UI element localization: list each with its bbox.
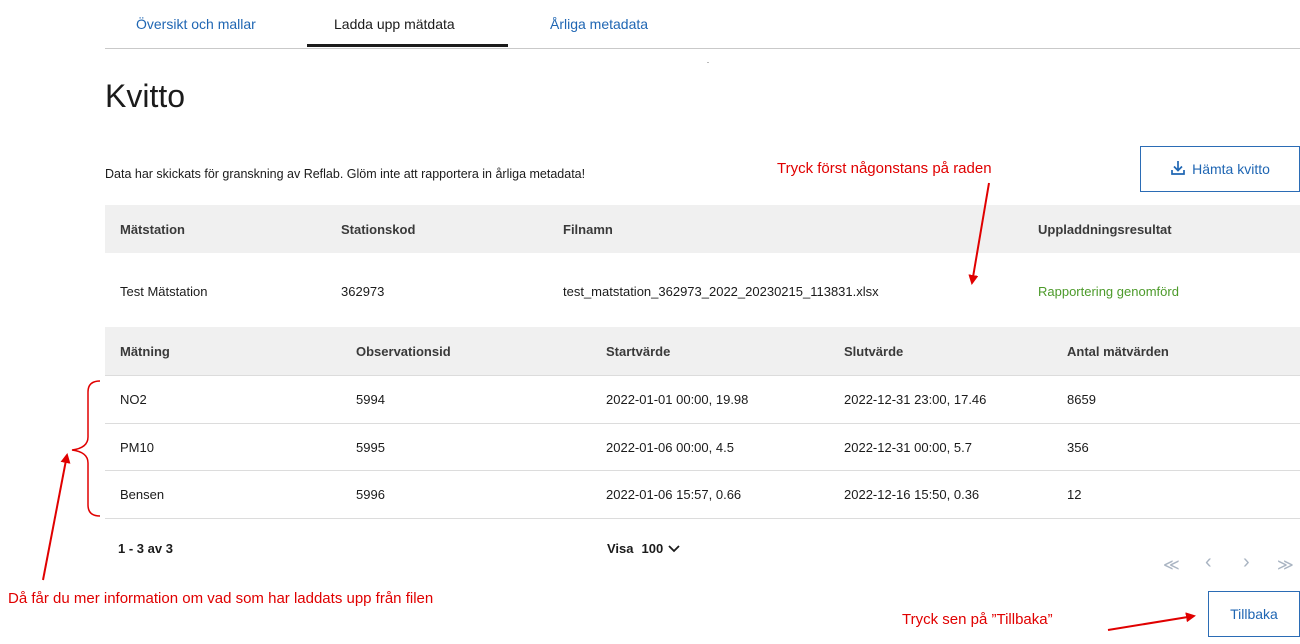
- table-row[interactable]: NO2 5994 2022-01-01 00:00, 19.98 2022-12…: [105, 376, 1300, 424]
- tab-bar: [105, 0, 1300, 49]
- end-value: 2022-12-31 00:00, 5.7: [844, 440, 972, 455]
- pagination-range: 1 - 3 av 3: [118, 541, 173, 556]
- annotation-bottom: Tryck sen på ”Tillbaka”: [902, 611, 1053, 628]
- next-page-icon[interactable]: ›: [1243, 551, 1250, 574]
- end-value: 2022-12-31 23:00, 17.46: [844, 392, 987, 407]
- header-start-value: Startvärde: [606, 344, 671, 359]
- header-end-value: Slutvärde: [844, 344, 904, 359]
- station-row[interactable]: Test Mätstation 362973 test_matstation_3…: [105, 253, 1300, 327]
- table-row[interactable]: Bensen 5996 2022-01-06 15:57, 0.66 2022-…: [105, 471, 1300, 519]
- header-observation-id: Observationsid: [356, 344, 451, 359]
- rows-bracket: [71, 380, 101, 517]
- header-count: Antal mätvärden: [1067, 344, 1169, 359]
- observation-id: 5995: [356, 440, 385, 455]
- download-receipt-button[interactable]: Hämta kvitto: [1140, 146, 1300, 192]
- station-name: Test Mätstation: [120, 284, 208, 299]
- annotation-left: Då får du mer information om vad som har…: [8, 590, 434, 607]
- page-size-label: Visa: [607, 541, 634, 556]
- value-count: 8659: [1067, 392, 1096, 407]
- upload-result-status: Rapportering genomförd: [1038, 284, 1179, 299]
- station-filename: test_matstation_362973_2022_20230215_113…: [563, 284, 879, 299]
- active-tab-indicator: [307, 44, 508, 47]
- measurement-name: Bensen: [120, 487, 165, 502]
- tab-overview[interactable]: Översikt och mallar: [136, 16, 256, 32]
- tab-annual-metadata[interactable]: Årliga metadata: [550, 16, 648, 32]
- header-filename: Filnamn: [563, 222, 613, 237]
- measurement-table-header: Mätning Observationsid Startvärde Slutvä…: [105, 327, 1300, 376]
- download-icon: [1170, 160, 1192, 179]
- last-page-icon[interactable]: ≫: [1277, 555, 1294, 575]
- header-measurement: Mätning: [120, 344, 170, 359]
- table-row[interactable]: PM10 5995 2022-01-06 00:00, 4.5 2022-12-…: [105, 424, 1300, 471]
- station-code: 362973: [341, 284, 385, 299]
- start-value: 2022-01-06 15:57, 0.66: [606, 487, 742, 502]
- info-text: Data har skickats för granskning av Refl…: [105, 167, 586, 181]
- start-value: 2022-01-01 00:00, 19.98: [606, 392, 749, 407]
- download-receipt-label: Hämta kvitto: [1192, 161, 1270, 177]
- first-page-icon[interactable]: ≪: [1163, 555, 1180, 575]
- tab-upload[interactable]: Ladda upp mätdata: [334, 16, 455, 32]
- value-count: 356: [1067, 440, 1089, 455]
- page-size-value: 100: [641, 541, 664, 556]
- value-count: 12: [1067, 487, 1082, 502]
- header-upload-result: Uppladdningsresultat: [1038, 222, 1172, 237]
- divider-dot: [707, 62, 709, 63]
- measurement-name: PM10: [120, 440, 154, 455]
- measurement-name: NO2: [120, 392, 147, 407]
- chevron-down-icon: [668, 541, 680, 556]
- observation-id: 5996: [356, 487, 385, 502]
- prev-page-icon[interactable]: ‹: [1205, 551, 1212, 574]
- header-station-code: Stationskod: [341, 222, 416, 237]
- page-title: Kvitto: [105, 78, 186, 114]
- start-value: 2022-01-06 00:00, 4.5: [606, 440, 734, 455]
- observation-id: 5994: [356, 392, 385, 407]
- annotation-top: Tryck först någonstans på raden: [777, 160, 992, 177]
- end-value: 2022-12-16 15:50, 0.36: [844, 487, 980, 502]
- arrow-to-back: [1107, 612, 1196, 631]
- header-station: Mätstation: [120, 222, 185, 237]
- back-button[interactable]: Tillbaka: [1208, 591, 1300, 637]
- arrow-to-bracket: [42, 453, 71, 581]
- page-size-select[interactable]: Visa 100: [607, 541, 680, 556]
- station-table-header: Mätstation Stationskod Filnamn Uppladdni…: [105, 205, 1300, 253]
